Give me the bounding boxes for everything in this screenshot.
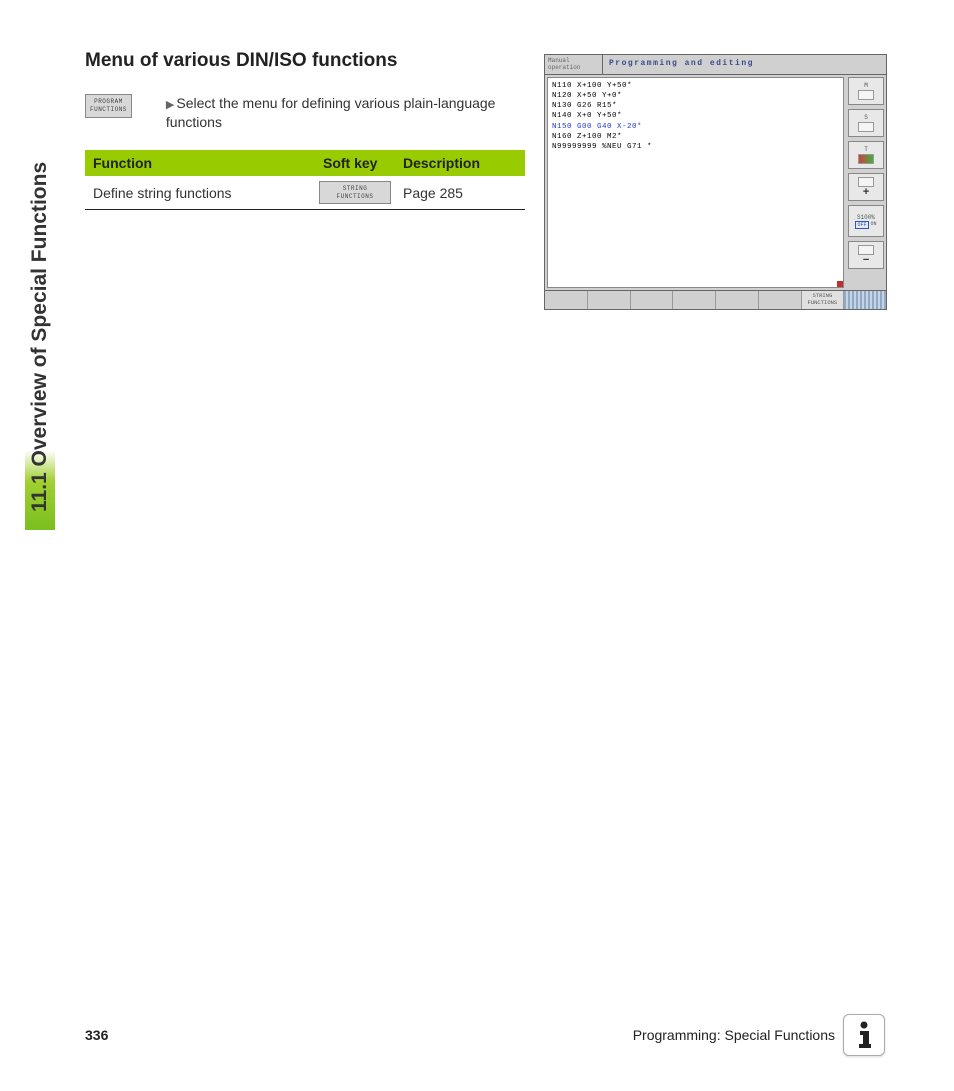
mini-icon	[858, 90, 874, 100]
softkey-slot[interactable]	[759, 291, 802, 309]
softkey-line: FUNCTIONS	[90, 106, 127, 114]
cnc-mode: Manual operation	[545, 55, 603, 74]
mini-icon	[858, 122, 874, 132]
code-line: N160 Z+100 M2*	[552, 132, 839, 142]
side-button-label: S	[864, 114, 868, 121]
code-line: N140 X+0 Y+50*	[552, 111, 839, 121]
page-footer: 336 Programming: Special Functions	[85, 1014, 885, 1056]
side-button-override[interactable]: S100% OFF ON	[848, 205, 884, 237]
side-button-label: M	[864, 82, 868, 89]
code-line: N99999999 %NEU G71 *	[552, 142, 839, 152]
cnc-right-panel: M S T + S100% OFF ON	[846, 75, 886, 290]
side-button-t[interactable]: T	[848, 141, 884, 169]
off-label: OFF	[855, 221, 868, 229]
cnc-softkey-bar: STRING FUNCTIONS	[545, 290, 886, 309]
mini-icon	[858, 154, 874, 164]
side-button-label: T	[864, 146, 868, 153]
side-button-label: S100%	[857, 214, 875, 221]
softkey-line: FUNCTIONS	[324, 193, 386, 201]
table-header-row: Function Soft key Description	[85, 150, 525, 176]
softkey-slot[interactable]	[631, 291, 674, 309]
code-line-highlighted: N150 G00 G40 X-20*	[552, 122, 839, 132]
plus-icon: +	[863, 187, 870, 199]
cnc-mode-line: operation	[548, 64, 599, 71]
sidebar-tab: 11.1 Overview of Special Functions	[25, 50, 55, 490]
side-button-s[interactable]: S	[848, 109, 884, 137]
cnc-mode-line: Manual	[548, 57, 599, 64]
triangle-marker-icon: ▶	[166, 99, 174, 111]
page-number: 336	[85, 1027, 108, 1043]
cnc-title: Programming and editing	[603, 55, 886, 74]
cell-softkey: STRING FUNCTIONS	[315, 176, 395, 210]
softkey-slot[interactable]	[588, 291, 631, 309]
softkey-string-functions: STRING FUNCTIONS	[319, 181, 391, 205]
softkey-line: PROGRAM	[90, 98, 127, 106]
mini-icon	[858, 245, 874, 255]
th-description: Description	[395, 150, 525, 176]
chapter-title: Programming: Special Functions	[633, 1027, 835, 1043]
th-softkey: Soft key	[315, 150, 395, 176]
cell-function: Define string functions	[85, 176, 315, 210]
mini-icon	[858, 177, 874, 187]
code-line: N130 G26 R15*	[552, 101, 839, 111]
cnc-screenshot: Manual operation Programming and editing…	[544, 54, 887, 310]
minus-icon: −	[863, 255, 870, 267]
softkey-stripes-icon[interactable]	[844, 291, 886, 309]
softkey-program-functions: PROGRAM FUNCTIONS	[85, 94, 132, 118]
table-row: Define string functions STRING FUNCTIONS…	[85, 176, 525, 210]
functions-table: Function Soft key Description Define str…	[85, 150, 525, 211]
cell-description: Page 285	[395, 176, 525, 210]
cnc-body: N110 X+100 Y+50* N120 X+50 Y+0* N130 G26…	[545, 75, 886, 290]
info-icon	[843, 1014, 885, 1056]
code-line: N120 X+50 Y+0*	[552, 91, 839, 101]
instruction-row: PROGRAM FUNCTIONS ▶Select the menu for d…	[85, 94, 525, 132]
softkey-slot[interactable]	[716, 291, 759, 309]
th-function: Function	[85, 150, 315, 176]
section-heading: Menu of various DIN/ISO functions	[85, 50, 525, 72]
side-button-m[interactable]: M	[848, 77, 884, 105]
section-title-vertical: 11.1 Overview of Special Functions	[28, 92, 52, 512]
cnc-header: Manual operation Programming and editing	[545, 55, 886, 75]
main-content: Menu of various DIN/ISO functions PROGRA…	[85, 50, 525, 210]
on-label: ON	[871, 221, 877, 229]
scroll-indicator-icon	[837, 281, 843, 287]
softkey-slot[interactable]	[545, 291, 588, 309]
softkey-line: FUNCTIONS	[802, 300, 844, 307]
side-button-minus[interactable]: −	[848, 241, 884, 269]
instruction-body: Select the menu for defining various pla…	[166, 95, 496, 130]
code-line: N110 X+100 Y+50*	[552, 81, 839, 91]
instruction-text: ▶Select the menu for defining various pl…	[166, 94, 525, 132]
cnc-editor: N110 X+100 Y+50* N120 X+50 Y+0* N130 G26…	[547, 77, 844, 288]
softkey-string-functions[interactable]: STRING FUNCTIONS	[802, 291, 845, 309]
side-button-plus[interactable]: +	[848, 173, 884, 201]
softkey-line: STRING	[324, 185, 386, 193]
softkey-slot[interactable]	[673, 291, 716, 309]
footer-right: Programming: Special Functions	[633, 1014, 885, 1056]
